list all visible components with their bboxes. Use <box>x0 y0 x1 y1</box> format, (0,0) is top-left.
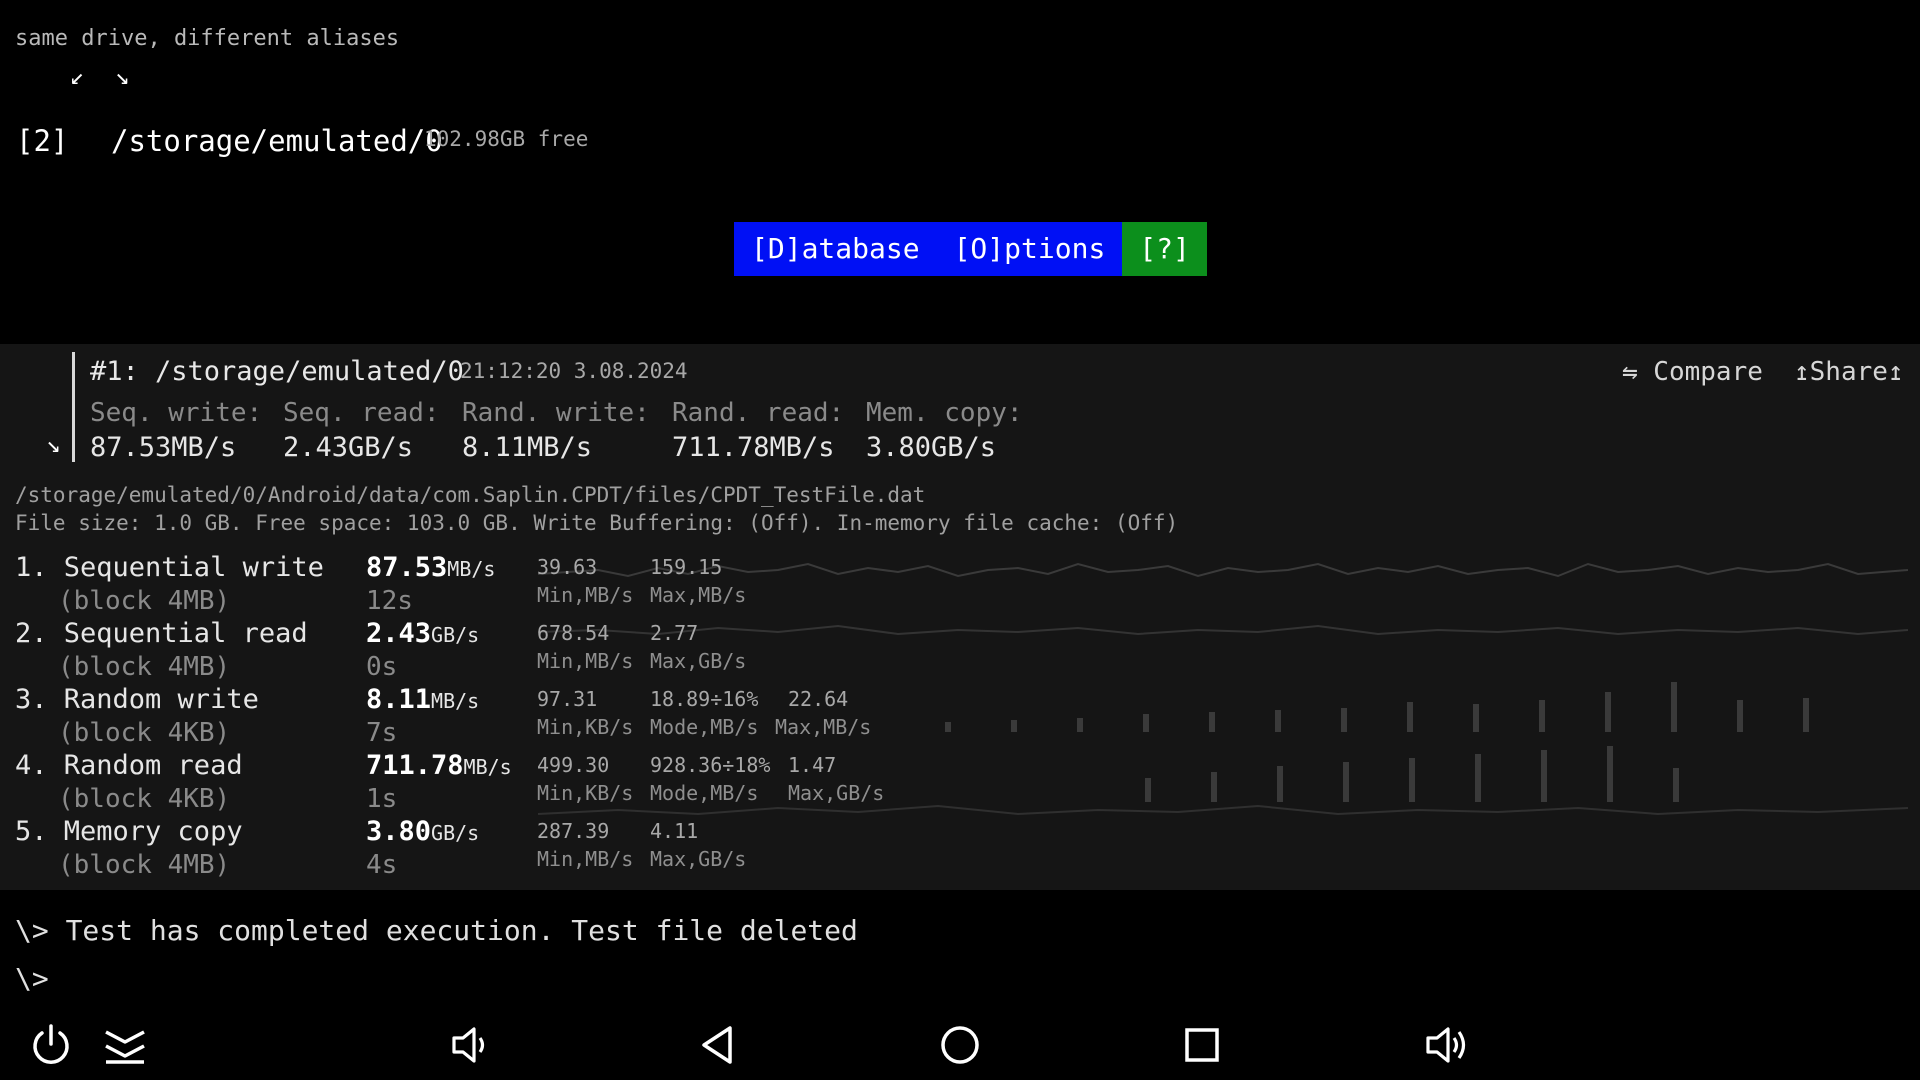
run-timestamp: 21:12:20 3.08.2024 <box>460 359 688 383</box>
stat-min: 287.39 <box>537 819 610 843</box>
test-speed-mem-copy: 3.80GB/s <box>366 816 479 847</box>
summary-label-rand-read: Rand. read: <box>672 398 845 428</box>
test-speed-rand-read: 711.78MB/s <box>366 750 512 781</box>
volume-down-icon[interactable] <box>446 1020 496 1070</box>
stat-max: 4.11 <box>650 819 699 843</box>
summary-label-seq-write: Seq. write: <box>90 398 263 428</box>
database-button[interactable]: [D]atabase <box>734 222 937 276</box>
test-speed-value: 2.43 <box>366 618 432 649</box>
graph-random-read-line <box>538 804 1908 816</box>
stat-min: 97.31 <box>537 687 598 711</box>
stat-label-min: Min,MB/s <box>537 649 634 673</box>
stat-max: 2.77 <box>650 621 699 645</box>
drive-index[interactable]: [2] <box>16 124 68 158</box>
terminal-prompt[interactable]: \> <box>15 962 49 995</box>
summary-value-mem-copy: 3.80GB/s <box>866 432 997 463</box>
home-icon[interactable] <box>935 1020 985 1070</box>
stat-max: 159.15 <box>650 555 723 579</box>
volume-up-icon[interactable] <box>1422 1020 1472 1070</box>
graph-seq-read <box>538 624 1908 636</box>
test-speed-unit: GB/s <box>431 821 480 845</box>
stat-label-max: Max,GB/s <box>788 781 885 805</box>
summary-label-rand-write: Rand. write: <box>462 398 650 428</box>
test-duration-mem-copy: 4s <box>366 850 398 880</box>
stat-label-max: Max,GB/s <box>650 847 747 871</box>
stat-label-max: Max,GB/s <box>650 649 747 673</box>
test-file-info: File size: 1.0 GB. Free space: 103.0 GB.… <box>15 511 1179 535</box>
summary-label-seq-read: Seq. read: <box>283 398 440 428</box>
test-name-rand-write: 3. Random write <box>15 684 259 715</box>
hint-text: same drive, different aliases <box>15 26 400 51</box>
test-file-path: /storage/emulated/0/Android/data/com.Sap… <box>15 483 926 507</box>
graph-seq-write <box>538 562 1908 578</box>
test-name-rand-read: 4. Random read <box>15 750 243 781</box>
summary-value-seq-read: 2.43GB/s <box>283 432 414 463</box>
test-speed-unit: GB/s <box>431 623 480 647</box>
stat-label-mode: Mode,MB/s <box>650 781 759 805</box>
test-duration-rand-write: 7s <box>366 718 398 748</box>
test-block-seq-read: (block 4MB) <box>58 652 231 682</box>
test-speed-value: 87.53 <box>366 552 448 583</box>
stat-mode: 928.36÷18% <box>650 753 771 777</box>
stat-min: 39.63 <box>537 555 598 579</box>
collapse-arrow-icon[interactable]: ↘ <box>46 430 60 458</box>
test-block-seq-write: (block 4MB) <box>58 586 231 616</box>
test-duration-rand-read: 1s <box>366 784 398 814</box>
drive-free-space: 102.98GB free <box>424 127 589 151</box>
stat-label-max: Max,MB/s <box>775 715 872 739</box>
summary-value-rand-write: 8.11MB/s <box>462 432 593 463</box>
summary-value-seq-write: 87.53MB/s <box>90 432 237 463</box>
test-duration-seq-write: 12s <box>366 586 413 616</box>
stat-max: 22.64 <box>788 687 849 711</box>
back-icon[interactable] <box>694 1020 744 1070</box>
test-block-rand-write: (block 4KB) <box>58 718 231 748</box>
stat-label-min: Min,MB/s <box>537 847 634 871</box>
test-duration-seq-read: 0s <box>366 652 398 682</box>
stat-min: 499.30 <box>537 753 610 777</box>
stat-min: 678.54 <box>537 621 610 645</box>
main-menu: [D]atabase [O]ptions [?] <box>734 222 1207 276</box>
test-speed-rand-write: 8.11MB/s <box>366 684 479 715</box>
test-speed-seq-read: 2.43GB/s <box>366 618 479 649</box>
test-speed-unit: MB/s <box>431 689 480 713</box>
stat-label-max: Max,MB/s <box>650 583 747 607</box>
test-name-seq-write: 1. Sequential write <box>15 552 324 583</box>
options-button[interactable]: [O]ptions <box>936 222 1123 276</box>
expand-icon[interactable] <box>100 1020 150 1070</box>
graph-random-read <box>1145 746 1679 802</box>
share-button[interactable]: ↥Share↥ <box>1794 357 1904 387</box>
stat-label-min: Min,KB/s <box>537 781 634 805</box>
test-block-rand-read: (block 4KB) <box>58 784 231 814</box>
recents-icon[interactable] <box>1177 1020 1227 1070</box>
drive-path[interactable]: /storage/emulated/0 <box>111 124 443 158</box>
test-speed-unit: MB/s <box>447 557 496 581</box>
test-block-mem-copy: (block 4MB) <box>58 850 231 880</box>
stat-mode: 18.89÷16% <box>650 687 759 711</box>
alias-arrows: ↙ ↘ <box>70 62 138 90</box>
test-name-seq-read: 2. Sequential read <box>15 618 308 649</box>
terminal-output: \> Test has completed execution. Test fi… <box>15 914 858 947</box>
power-icon[interactable] <box>26 1020 76 1070</box>
test-speed-value: 3.80 <box>366 816 432 847</box>
compare-button[interactable]: ⇋ Compare <box>1622 357 1763 387</box>
run-divider <box>72 352 75 462</box>
stat-max: 1.47 <box>788 753 837 777</box>
graph-random-write <box>945 682 1809 732</box>
test-speed-value: 8.11 <box>366 684 432 715</box>
help-button[interactable]: [?] <box>1122 222 1207 276</box>
test-speed-seq-write: 87.53MB/s <box>366 552 495 583</box>
stat-label-min: Min,KB/s <box>537 715 634 739</box>
test-speed-value: 711.78 <box>366 750 464 781</box>
test-name-mem-copy: 5. Memory copy <box>15 816 243 847</box>
stat-label-min: Min,MB/s <box>537 583 634 607</box>
stat-label-mode: Mode,MB/s <box>650 715 759 739</box>
test-speed-unit: MB/s <box>463 755 512 779</box>
run-title: #1: /storage/emulated/0 <box>90 356 464 387</box>
summary-label-mem-copy: Mem. copy: <box>866 398 1023 428</box>
summary-value-rand-read: 711.78MB/s <box>672 432 835 463</box>
